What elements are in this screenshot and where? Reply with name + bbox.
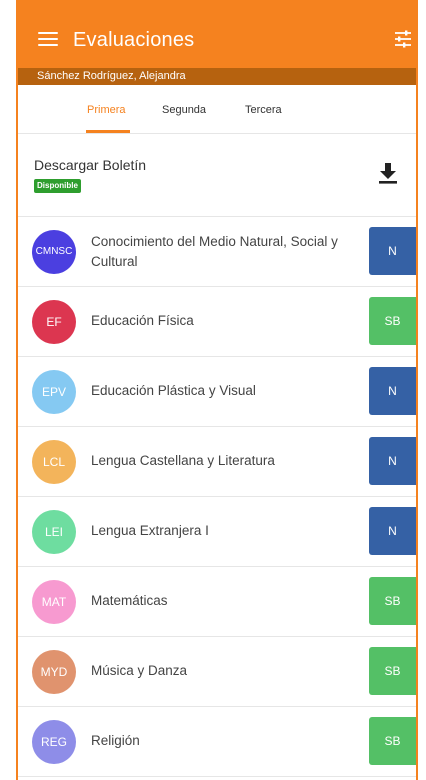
subject-row[interactable]: EF Educación Física SB <box>18 286 416 357</box>
tab-segunda[interactable]: Segunda <box>162 104 206 116</box>
subject-name: Conocimiento del Medio Natural, Social y… <box>91 234 338 269</box>
tune-filter-icon[interactable] <box>394 30 412 48</box>
tab-tercera[interactable]: Tercera <box>245 104 282 116</box>
subject-avatar: EPV <box>32 370 76 414</box>
grade-badge: SB <box>369 297 416 345</box>
subject-name: Religión <box>91 733 140 748</box>
subject-avatar: LCL <box>32 440 76 484</box>
grade-badge: N <box>369 367 416 415</box>
subject-avatar: CMNSC <box>32 230 76 274</box>
grade-badge: SB <box>369 717 416 765</box>
subject-row[interactable]: MYD Música y Danza SB <box>18 636 416 707</box>
subject-avatar: MYD <box>32 650 76 694</box>
download-report-title: Descargar Boletín <box>34 157 147 173</box>
subject-avatar: MAT <box>32 580 76 624</box>
page-title: Evaluaciones <box>73 29 195 51</box>
app-bar: Evaluaciones <box>18 0 416 68</box>
subject-name: Matemáticas <box>91 593 168 608</box>
subject-name: Educación Plástica y Visual <box>91 383 256 398</box>
grade-badge: N <box>369 437 416 485</box>
subject-row[interactable]: LEI Lengua Extranjera I N <box>18 496 416 567</box>
student-name-bar: Sánchez Rodríguez, Alejandra <box>18 68 416 85</box>
status-badge: Disponible <box>34 179 81 193</box>
subject-name: Lengua Extranjera I <box>91 523 209 538</box>
hamburger-menu-icon[interactable] <box>38 32 58 47</box>
subject-row[interactable]: EPV Educación Plástica y Visual N <box>18 356 416 427</box>
subject-row[interactable]: MAT Matemáticas SB <box>18 566 416 637</box>
download-report-row[interactable]: Descargar Boletín Disponible <box>18 134 416 217</box>
evaluation-tabs: Primera Segunda Tercera <box>18 85 416 134</box>
grade-badge: N <box>369 507 416 555</box>
grade-badge: SB <box>369 647 416 695</box>
subject-name: Lengua Castellana y Literatura <box>91 453 275 468</box>
subject-row[interactable]: LCL Lengua Castellana y Literatura N <box>18 426 416 497</box>
subject-row[interactable]: CMNSC Conocimiento del Medio Natural, Soc… <box>18 216 416 287</box>
grade-badge: N <box>369 227 416 275</box>
tab-primera[interactable]: Primera <box>87 104 126 116</box>
subject-name: Educación Física <box>91 313 194 328</box>
subject-name: Música y Danza <box>91 663 188 678</box>
app-screen: Evaluaciones Sánchez Rodríguez, Alejandr… <box>16 0 418 780</box>
subject-avatar: LEI <box>32 510 76 554</box>
subject-avatar: EF <box>32 300 76 344</box>
subject-row[interactable]: REG Religión SB <box>18 706 416 777</box>
download-icon[interactable] <box>378 162 398 184</box>
active-tab-indicator <box>86 130 130 133</box>
grade-badge: SB <box>369 577 416 625</box>
subject-avatar: REG <box>32 720 76 764</box>
